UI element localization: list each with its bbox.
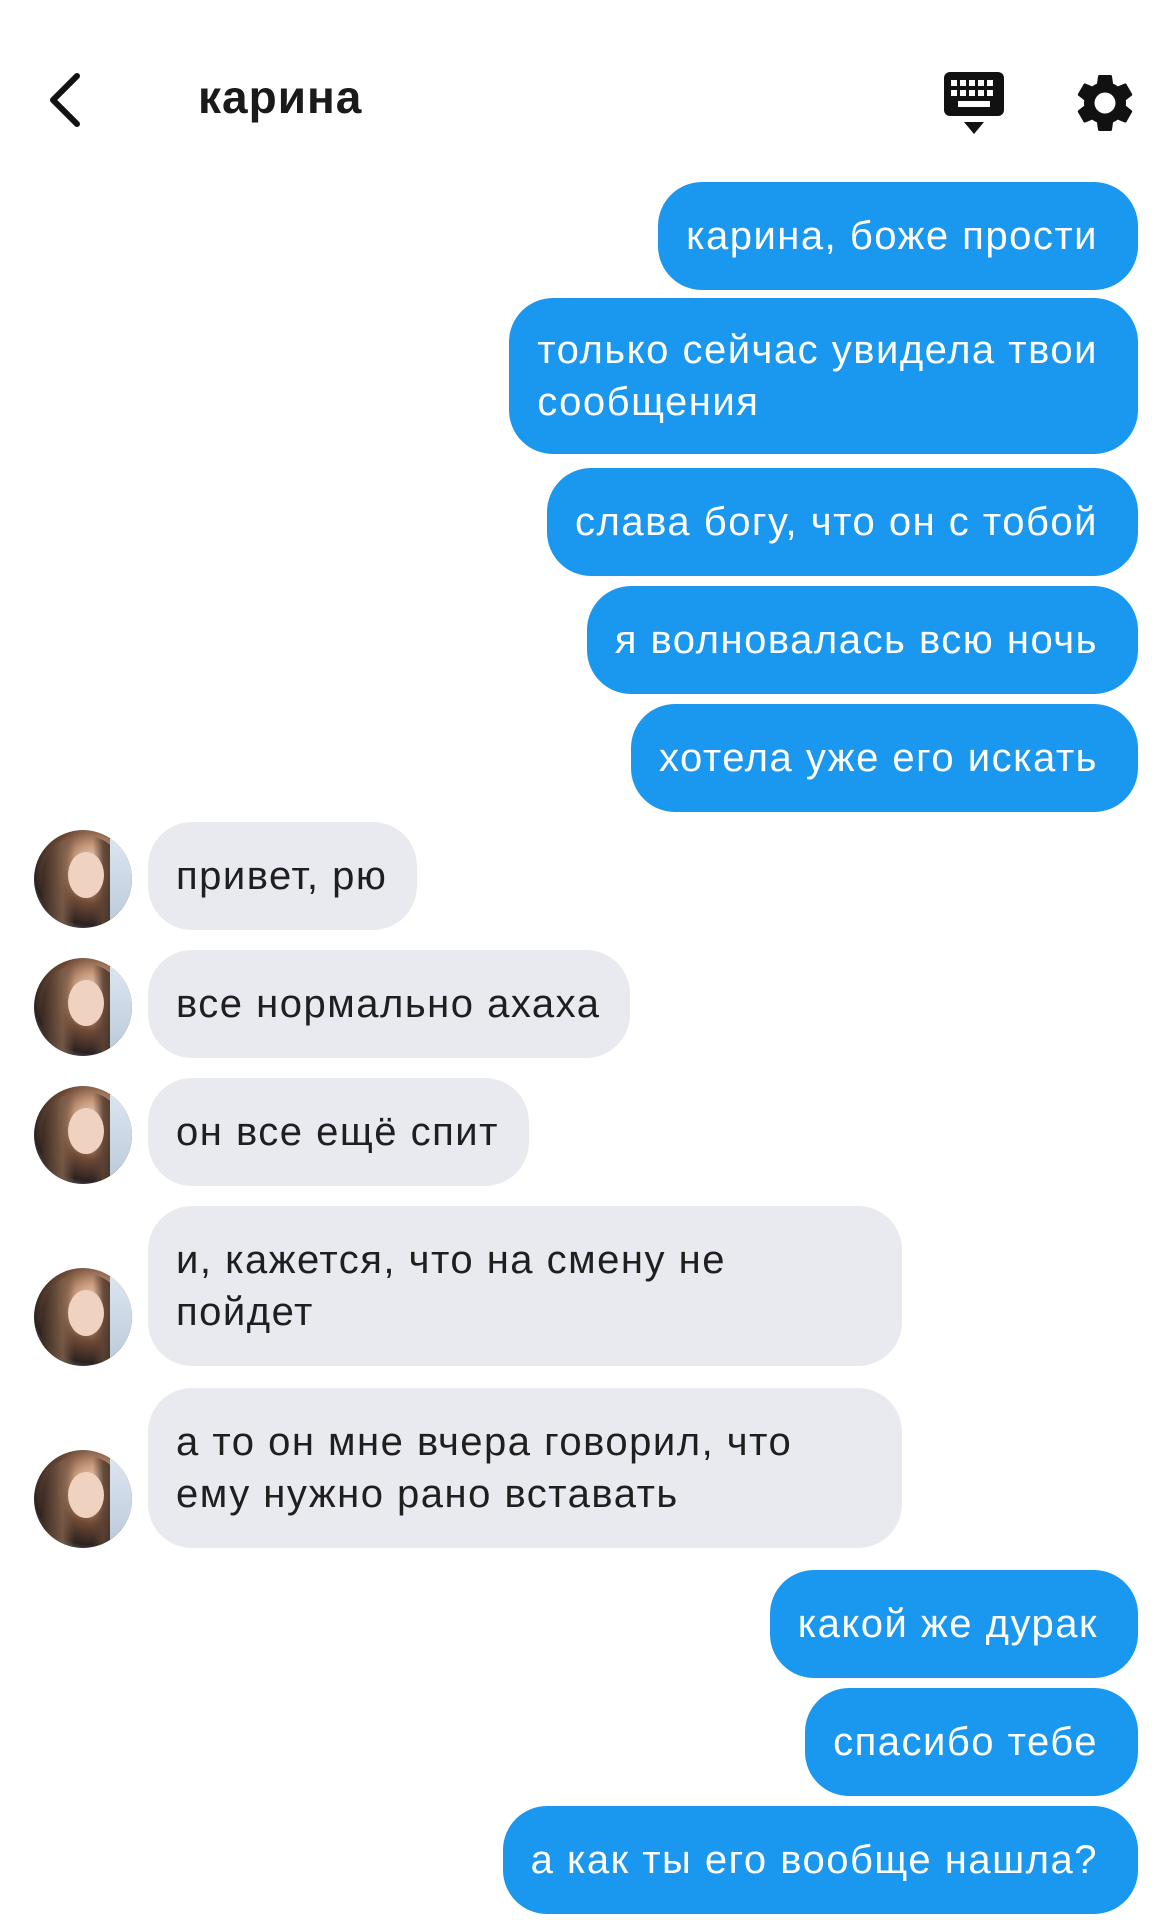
outgoing-message[interactable]: спасибо тебе: [805, 1688, 1138, 1796]
outgoing-message[interactable]: слава богу, что он с тобой: [547, 468, 1138, 576]
avatar[interactable]: [34, 1086, 132, 1184]
outgoing-message[interactable]: я волновалась всю ночь: [586, 586, 1138, 694]
outgoing-message[interactable]: какой же дурак: [769, 1570, 1138, 1678]
incoming-message[interactable]: привет, рю: [148, 822, 418, 930]
message-list[interactable]: карина, боже прости только сейчас увидел…: [0, 0, 1172, 1920]
outgoing-message[interactable]: карина, боже прости: [658, 182, 1138, 290]
incoming-message[interactable]: а то он мне вчера говорил, что ему нужно…: [148, 1388, 902, 1548]
outgoing-message[interactable]: только сейчас увидела твои сообщения: [509, 298, 1138, 454]
avatar[interactable]: [34, 1268, 132, 1366]
incoming-message[interactable]: все нормально ахаха: [148, 950, 631, 1058]
incoming-message[interactable]: и, кажется, что на смену не пойдет: [148, 1206, 902, 1366]
avatar[interactable]: [34, 1450, 132, 1548]
avatar[interactable]: [34, 830, 132, 928]
outgoing-message[interactable]: хотела уже его искать: [630, 704, 1138, 812]
avatar[interactable]: [34, 958, 132, 1056]
outgoing-message[interactable]: а как ты его вообще нашла?: [502, 1806, 1138, 1914]
incoming-message[interactable]: он все ещё спит: [148, 1078, 529, 1186]
